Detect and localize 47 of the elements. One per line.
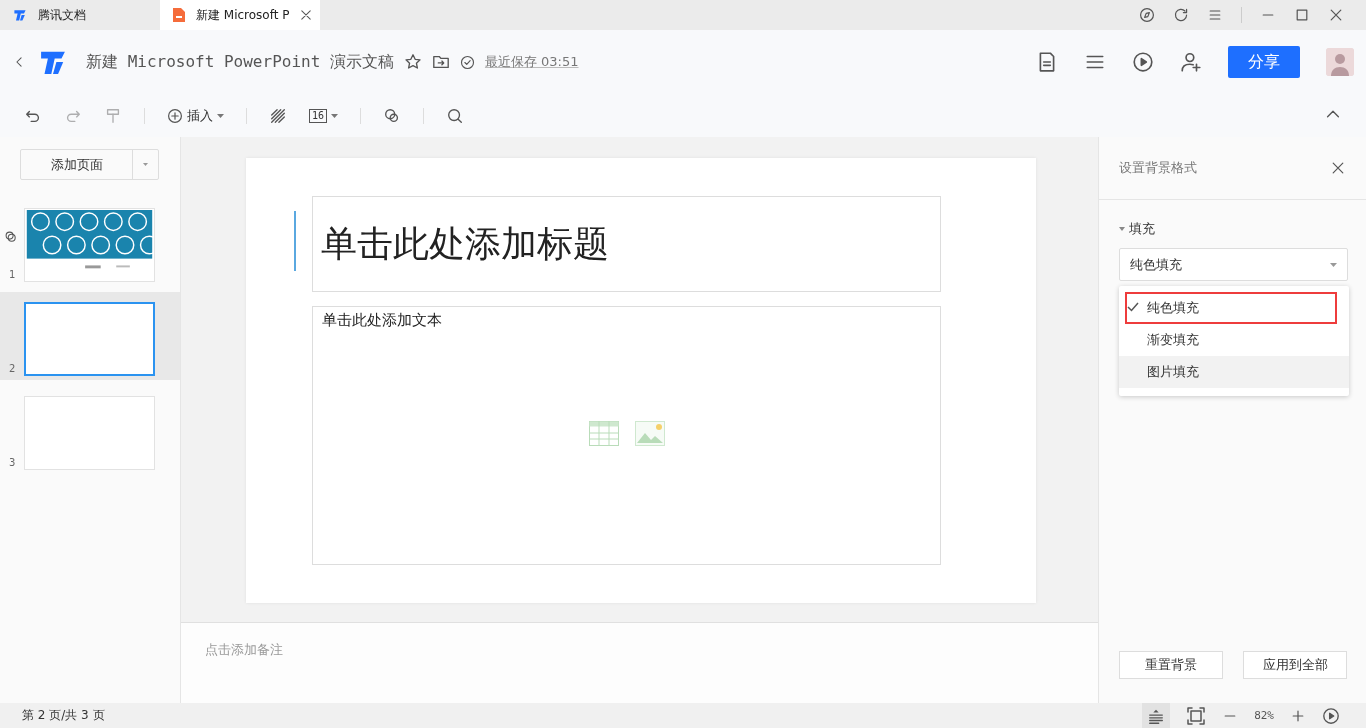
panel-button[interactable]: 重置背景 [1119,651,1223,679]
panel-title: 设置背景格式 [1119,159,1197,177]
browser-tab[interactable]: 腾讯文档 [0,0,160,30]
caret-icon [1119,226,1125,232]
close-icon[interactable] [299,8,314,22]
caret-icon [1330,262,1337,267]
check-circle-icon [459,54,475,70]
add-circle-icon [167,107,183,124]
logo-icon [12,7,28,23]
star-icon[interactable] [403,53,422,71]
close-icon[interactable] [1330,160,1346,176]
background-hatch-icon[interactable] [269,106,287,125]
slides-file-icon [172,7,186,23]
menu-option[interactable]: 图片填充 [1119,356,1349,388]
refresh-icon[interactable] [1173,7,1189,23]
panel-button[interactable]: 应用到全部 [1243,651,1347,679]
close-icon[interactable] [1328,7,1344,23]
search-icon[interactable] [446,106,465,125]
document-title: 新建 Microsoft PowerPoint 演示文稿 [86,51,394,73]
maximize-icon[interactable] [1294,7,1310,23]
check-icon [1127,302,1139,312]
add-user-icon[interactable] [1180,51,1202,73]
move-to-folder-icon[interactable] [431,53,450,71]
slide-thumbnail[interactable] [24,302,155,376]
play-icon[interactable] [1322,706,1340,725]
play-icon[interactable] [1132,51,1154,73]
fit-screen-icon[interactable] [1186,705,1207,726]
zoom-level: 82% [1254,709,1274,722]
slide-number: 1 [9,269,16,280]
fill-type-select[interactable]: 纯色填充 [1119,248,1348,281]
menu-option[interactable]: 渐变填充 [1119,324,1349,356]
insert-button[interactable]: 插入 [167,106,224,125]
menu-option[interactable]: 纯色填充 [1125,292,1337,324]
caret-icon [143,163,148,166]
compass-icon[interactable] [1139,7,1155,23]
slide-number: 3 [9,457,16,468]
fill-section-toggle[interactable]: 填充 [1119,220,1366,238]
browser-tab[interactable]: 新建 Microsoft P [160,0,320,30]
caret-icon [331,113,339,118]
save-status: 最近保存 03:51 [484,53,579,71]
caret-icon [217,113,224,118]
notes-toggle-button[interactable] [1142,703,1171,728]
page-indicator: 第 2 页/共 3 页 [22,707,105,724]
body-placeholder[interactable]: 单击此处添加文本 [322,311,442,329]
share-button[interactable]: 分享 [1228,46,1300,78]
layers-icon [4,230,18,244]
slide-number: 2 [9,363,16,374]
